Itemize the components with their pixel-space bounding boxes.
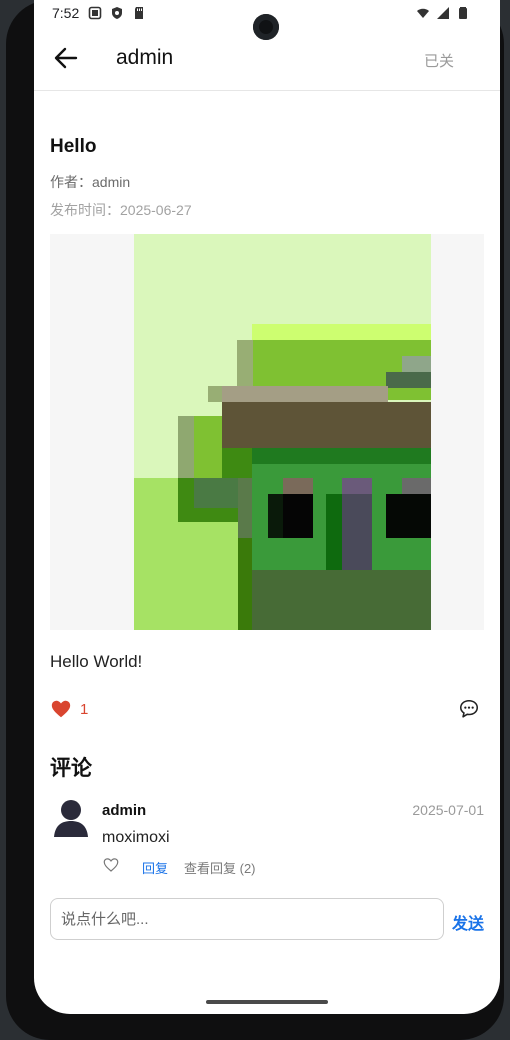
heart-outline-icon[interactable] (102, 856, 120, 874)
post-body: Hello World! (50, 652, 143, 671)
post-image-container (50, 234, 484, 630)
screen: 7:52 admin 已关 Hello 作者：admin 发布时间：2025-0… (34, 0, 500, 1014)
signal-icon (437, 7, 449, 19)
comment-username[interactable]: admin (102, 802, 146, 819)
comment-text: moximoxi (102, 829, 170, 846)
post-date: 发布时间：2025-06-27 (50, 202, 192, 218)
wifi-icon (417, 8, 429, 18)
post-image[interactable] (134, 234, 431, 630)
app-bar: admin 已关 (34, 28, 500, 91)
screenshot-icon (88, 6, 102, 20)
heart-filled-icon[interactable] (50, 698, 72, 720)
like-count: 1 (80, 701, 89, 718)
device-frame: 7:52 admin 已关 Hello 作者：admin 发布时间：2025-0… (6, 0, 504, 1040)
sd-card-icon (135, 7, 143, 19)
comment-input-row: 发送 (50, 898, 484, 942)
status-toggle[interactable]: 已关 (424, 50, 454, 71)
status-time: 7:52 (52, 5, 80, 21)
shield-icon (112, 7, 122, 19)
post-author: 作者：admin (50, 174, 131, 190)
comment-actions: 回复 查看回复 (2) (102, 856, 482, 876)
status-icons-right (416, 6, 470, 20)
view-replies-link[interactable]: 查看回复 (2) (184, 858, 256, 877)
home-indicator[interactable] (206, 1000, 328, 1004)
comment-input[interactable] (50, 898, 444, 940)
comment-item: admin 2025-07-01 moximoxi 回复 查看回复 (2) (50, 796, 484, 876)
send-button[interactable]: 发送 (452, 910, 484, 934)
page-title: admin (116, 46, 174, 69)
reply-button[interactable]: 回复 (142, 858, 168, 877)
post-title: Hello (50, 136, 97, 157)
back-arrow-icon[interactable] (52, 44, 80, 72)
comment-date: 2025-07-01 (412, 802, 484, 818)
avatar[interactable] (50, 796, 92, 838)
chat-bubble-icon[interactable] (458, 698, 480, 720)
comments-heading: 评论 (50, 757, 92, 780)
post-actions: 1 (50, 698, 484, 724)
battery-icon (459, 7, 467, 19)
status-icons-left (88, 6, 146, 20)
